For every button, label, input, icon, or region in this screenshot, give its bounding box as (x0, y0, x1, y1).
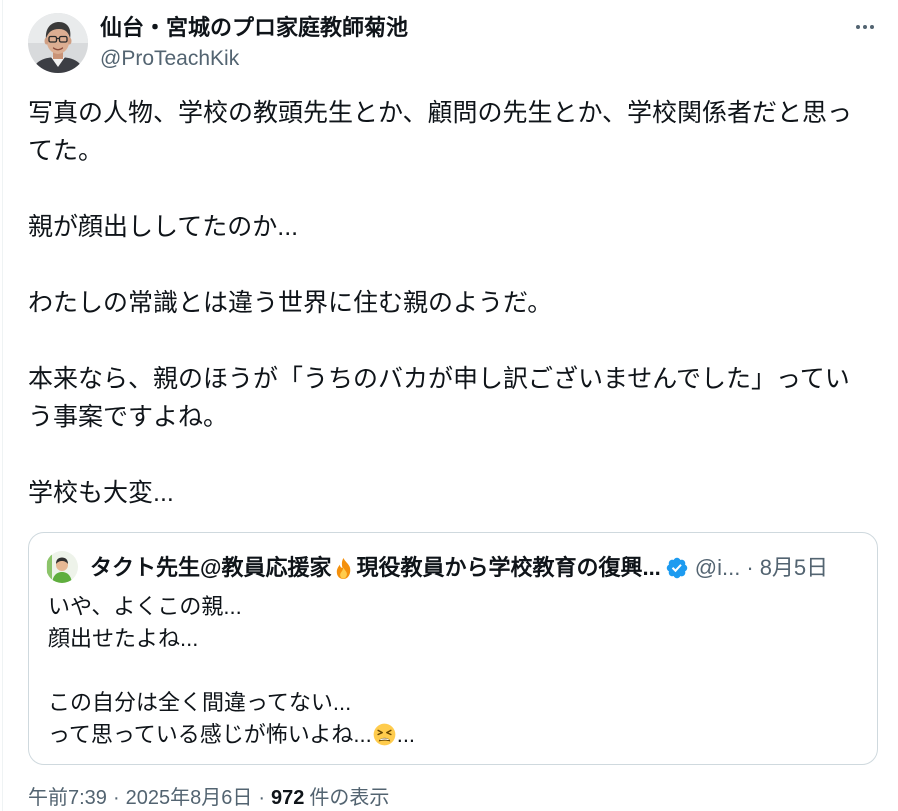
tweet-text-line: 写真の人物、学校の教頭先生とか、顧問の先生とか、学校関係者だと思っ (28, 99, 853, 127)
quoted-tweet-paragraph: いや、よくこの親... 顔出せたよね... (48, 591, 415, 655)
quoted-tweet-date: 8月5日 (759, 555, 829, 580)
quoted-author-avatar-photo (46, 551, 78, 583)
tweet-metadata: 午前7:39 · 2025年8月6日 · 972 件の表示 (28, 786, 389, 810)
timeline-column-border (2, 0, 3, 811)
tweet-paragraph: 本来なら、親のほうが「うちのバカが申し訳ございませんでした」ってい う事案ですよ… (28, 360, 878, 436)
verified-badge-icon-graphic (666, 557, 688, 579)
fire-emoji-icon-graphic (337, 557, 351, 579)
tweet-text: 写真の人物、学校の教頭先生とか、顧問の先生とか、学校関係者だと思っ てた。 親が… (28, 94, 878, 512)
quoted-author-handle: @i... (694, 555, 741, 580)
quoted-text-segment: って思っている感じが怖いよね... (48, 722, 372, 747)
tweet-paragraph: 学校も大変... (28, 474, 878, 512)
tweet-date[interactable]: 2025年8月6日 (126, 787, 253, 809)
meta-separator: · (258, 787, 266, 809)
author-display-name[interactable]: 仙台・宮城のプロ家庭教師菊池 (100, 13, 408, 43)
verified-badge-icon (665, 556, 689, 580)
tweet-text-line: 学校も大変... (28, 479, 174, 507)
tweet-paragraph: わたしの常識とは違う世界に住む親のようだ。 (28, 284, 878, 322)
tired-face-emoji-icon-graphic (373, 723, 396, 746)
tweet-text-line: う事案ですよね。 (28, 403, 229, 431)
quoted-author-avatar (46, 551, 78, 583)
tweet-detail: 仙台・宮城のプロ家庭教師菊池 @ProTeachKik 写真の人物、学校の教頭先… (0, 0, 898, 811)
quoted-author-name-part: タクト先生@教員応援家 (90, 555, 332, 580)
views-label: 件の表示 (309, 787, 390, 809)
author-handle[interactable]: @ProTeachKik (100, 45, 239, 73)
quoted-tweet-text: いや、よくこの親... 顔出せたよね... この自分は全く間違ってない... っ… (48, 591, 415, 751)
quoted-author-display-name: タクト先生@教員応援家 現役教員から学校教育の復興... (90, 553, 661, 583)
tweet-paragraph: 写真の人物、学校の教頭先生とか、顧問の先生とか、学校関係者だと思っ てた。 (28, 94, 878, 170)
quoted-tweet-header: タクト先生@教員応援家 現役教員から学校教育の復興... @i... · 8月5… (90, 553, 828, 583)
quoted-text-segment: ... (396, 722, 416, 747)
header-separator: · (746, 555, 754, 580)
tweet-text-line: 親が顔出ししてたのか... (28, 213, 299, 241)
quoted-tweet-card[interactable]: タクト先生@教員応援家 現役教員から学校教育の復興... @i... · 8月5… (28, 532, 878, 765)
more-horizontal-icon (856, 25, 874, 29)
quoted-text-line: 顔出せたよね... (48, 626, 199, 651)
views-count: 972 (271, 787, 305, 809)
quoted-tweet-paragraph: この自分は全く間違ってない... って思っている感じが怖いよね... ... (48, 687, 415, 751)
quoted-author-name-part: 現役教員から学校教育の復興... (356, 555, 661, 580)
quoted-text-line: いや、よくこの親... (48, 594, 242, 619)
author-avatar[interactable] (28, 13, 88, 73)
meta-separator: · (112, 787, 120, 809)
tweet-text-line: てた。 (28, 137, 104, 165)
more-options-button[interactable] (850, 14, 880, 40)
author-avatar-photo (28, 13, 88, 73)
quoted-text-line: って思っている感じが怖いよね... ... (48, 719, 415, 751)
tired-face-emoji-icon (373, 723, 396, 746)
quoted-text-line: この自分は全く間違ってない... (48, 690, 352, 715)
tweet-text-line: わたしの常識とは違う世界に住む親のようだ。 (28, 289, 553, 317)
tweet-text-line: 本来なら、親のほうが「うちのバカが申し訳ございませんでした」ってい (28, 365, 850, 393)
tweet-time[interactable]: 午前7:39 (28, 787, 107, 809)
tweet-paragraph: 親が顔出ししてたのか... (28, 208, 878, 246)
fire-emoji-icon (332, 557, 355, 580)
